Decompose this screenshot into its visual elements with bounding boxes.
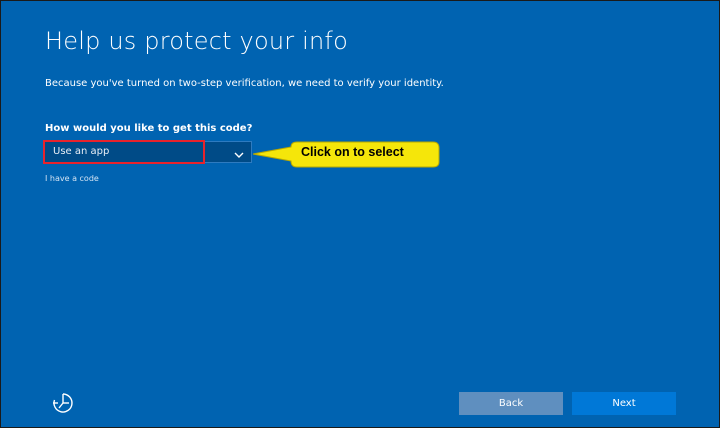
dropdown-selected-value: Use an app <box>53 146 110 157</box>
code-method-label: How would you like to get this code? <box>45 123 253 134</box>
callout-annotation: Click on to select <box>253 139 441 169</box>
chevron-down-icon <box>233 146 245 158</box>
page-title: Help us protect your info <box>45 27 348 55</box>
next-button[interactable]: Next <box>572 392 676 415</box>
page-subtitle: Because you've turned on two-step verifi… <box>45 78 444 89</box>
code-method-dropdown[interactable]: Use an app <box>44 141 252 163</box>
ease-of-access-icon[interactable] <box>51 391 75 415</box>
back-button[interactable]: Back <box>459 392 563 415</box>
callout-text: Click on to select <box>301 145 404 159</box>
oobe-window: Help us protect your info Because you've… <box>0 0 720 428</box>
have-code-link[interactable]: I have a code <box>45 174 99 183</box>
